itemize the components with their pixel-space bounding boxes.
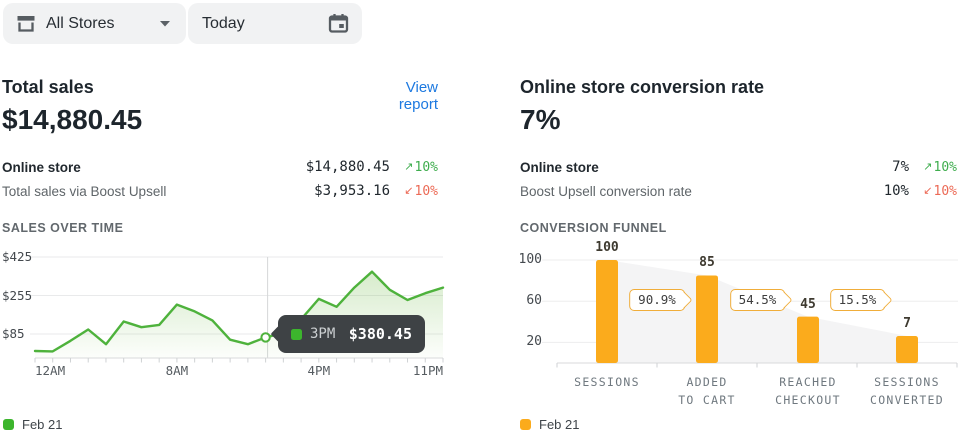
conversion-rate-value: 7%: [520, 104, 560, 136]
y-axis-label: 100: [500, 253, 542, 267]
metric-change: 10%: [934, 160, 957, 175]
legend-swatch-orange: [520, 419, 531, 430]
bar-value-label: 45: [786, 298, 830, 312]
metric-label: Total sales via Boost Upsell: [2, 184, 166, 199]
x-axis-label: 12AM: [35, 364, 65, 378]
metric-change: 10%: [934, 184, 957, 199]
metric-label: Online store: [520, 160, 599, 175]
x-axis-label: 8AM: [166, 364, 189, 378]
metric-change: 10%: [415, 160, 438, 175]
metric-row-online-store-rate: Online store 7% ↗10%: [520, 156, 957, 178]
conversion-rate-title: Online store conversion rate: [520, 77, 764, 98]
trend-down-icon: ↙: [404, 186, 413, 197]
conversion-funnel-title: CONVERSION FUNNEL: [520, 221, 667, 235]
metric-label: Boost Upsell conversion rate: [520, 184, 692, 199]
metric-row-boost-upsell-sales: Total sales via Boost Upsell $3,953.16 ↙…: [2, 180, 438, 202]
drop-rate-badge: 54.5%: [730, 289, 786, 311]
metric-label: Online store: [2, 160, 81, 175]
legend-label: Feb 21: [539, 417, 579, 431]
metric-value: $3,953.16: [314, 183, 390, 199]
analytics-dashboard: All Stores Today Total sales View report…: [0, 0, 960, 431]
metric-row-boost-upsell-rate: Boost Upsell conversion rate 10% ↙10%: [520, 180, 957, 202]
bar-value-label: 7: [885, 317, 929, 331]
y-axis-label: $255: [2, 289, 32, 303]
tooltip-value: $380.45: [349, 325, 412, 343]
funnel-category-label: REACHEDCHECKOUT: [756, 373, 860, 409]
trend-up-icon: ↗: [404, 162, 413, 173]
y-axis-label: $85: [2, 327, 25, 341]
trend-up-icon: ↗: [923, 162, 932, 173]
bar-value-label: 100: [585, 241, 629, 255]
funnel-category-label: SESSIONS: [555, 373, 659, 391]
total-sales-title: Total sales: [2, 77, 94, 98]
store-filter-label: All Stores: [46, 15, 114, 33]
y-axis-label: 60: [500, 294, 542, 308]
metric-row-online-store-sales: Online store $14,880.45 ↗10%: [2, 156, 438, 178]
y-axis-label: 20: [500, 335, 542, 349]
view-report-link[interactable]: View report: [366, 79, 438, 113]
drop-rate-badge: 90.9%: [629, 289, 685, 311]
x-axis-label: 11PM: [413, 364, 443, 378]
calendar-icon: [327, 12, 350, 35]
legend-swatch-green: [291, 329, 302, 340]
tooltip-time: 3PM: [310, 326, 335, 342]
x-axis-label: 4PM: [308, 364, 331, 378]
sales-legend: Feb 21: [3, 417, 62, 431]
y-axis-label: $425: [2, 250, 32, 264]
store-filter-button[interactable]: All Stores: [3, 3, 186, 44]
metric-value: $14,880.45: [306, 159, 390, 175]
sales-over-time-title: SALES OVER TIME: [2, 221, 123, 235]
bar-value-label: 85: [685, 256, 729, 270]
funnel-legend: Feb 21: [520, 417, 579, 431]
storefront-icon: [15, 13, 37, 35]
funnel-category-label: ADDEDTO CART: [655, 373, 759, 409]
legend-swatch-green: [3, 419, 14, 430]
funnel-category-label: SESSIONSCONVERTED: [855, 373, 959, 409]
metric-change: 10%: [415, 184, 438, 199]
chart-tooltip: 3PM $380.45: [278, 315, 425, 353]
trend-down-icon: ↙: [923, 186, 932, 197]
metric-value: 10%: [884, 183, 909, 199]
legend-label: Feb 21: [22, 417, 62, 431]
metric-value: 7%: [892, 159, 909, 175]
chevron-down-icon: [160, 21, 170, 27]
date-filter-label: Today: [202, 15, 245, 33]
total-sales-value: $14,880.45: [2, 104, 142, 136]
date-filter-button[interactable]: Today: [188, 3, 362, 44]
drop-rate-badge: 15.5%: [830, 289, 886, 311]
